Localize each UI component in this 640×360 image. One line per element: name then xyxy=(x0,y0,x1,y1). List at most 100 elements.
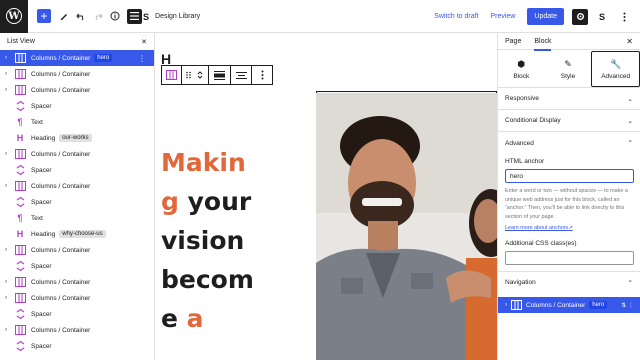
close-sidebar-icon[interactable]: ✕ xyxy=(626,37,633,46)
navigation-item-hero[interactable]: › Columns / Container hero ⇅ ⋮ xyxy=(498,297,640,313)
list-view-item[interactable]: Spacer xyxy=(0,194,154,210)
vertical-align-button[interactable] xyxy=(231,66,253,84)
move-controls[interactable] xyxy=(182,66,210,84)
list-view-item[interactable]: › Columns / Container xyxy=(0,290,154,306)
info-icon xyxy=(110,11,119,21)
inspector-tab-block[interactable]: ⬢ Block xyxy=(498,51,545,87)
panel-conditional-display[interactable]: Conditional Display ⌄ xyxy=(498,110,640,132)
list-view-item[interactable]: › Columns / Container xyxy=(0,82,154,98)
chevron-right-icon[interactable]: › xyxy=(5,279,14,285)
update-button[interactable]: Update xyxy=(527,8,564,25)
block-options-button[interactable] xyxy=(252,66,272,84)
chevron-right-icon[interactable]: › xyxy=(5,327,14,333)
hero-heading[interactable]: Makin g your vision becom e a xyxy=(161,143,254,338)
block-type-icon xyxy=(14,341,26,352)
panel-conditional-display-title: Conditional Display xyxy=(505,117,561,124)
align-button[interactable] xyxy=(209,66,231,84)
list-view-item[interactable]: H Heading why-choose-us xyxy=(0,226,154,242)
spacer-icon xyxy=(16,261,24,271)
chevron-right-icon[interactable]: › xyxy=(5,183,14,189)
add-block-button[interactable]: + xyxy=(37,9,51,23)
list-view-item[interactable]: ¶ Text xyxy=(0,114,154,130)
anchor-badge: hero xyxy=(94,54,113,62)
plugin-s-icon: S xyxy=(598,11,605,22)
heading-icon: H xyxy=(16,133,24,143)
panel-advanced[interactable]: Advanced ⌃ xyxy=(498,132,640,154)
list-view-item[interactable]: › Columns / Container xyxy=(0,178,154,194)
hero-line-2: g your xyxy=(161,187,252,216)
chevron-right-icon[interactable]: › xyxy=(5,87,14,93)
chevron-right-icon[interactable]: › xyxy=(5,247,14,253)
advanced-panel-body: HTML anchor hero Enter a word or two — w… xyxy=(498,158,640,265)
columns-icon xyxy=(14,149,26,159)
panel-advanced-title: Advanced xyxy=(505,139,534,147)
undo-button[interactable] xyxy=(72,0,89,33)
list-view-item[interactable]: Spacer xyxy=(0,162,154,178)
chevron-right-icon[interactable]: › xyxy=(5,55,14,61)
list-view-item[interactable]: › Columns / Container hero ⋮ xyxy=(0,50,154,66)
columns-icon xyxy=(14,85,26,95)
editor-canvas[interactable]: H Makin g your vision becom e a + xyxy=(155,33,497,360)
block-type-icon xyxy=(14,325,26,336)
spacer-icon xyxy=(16,165,24,175)
preview-button[interactable]: Preview xyxy=(491,13,516,20)
list-view-toggle[interactable] xyxy=(127,8,142,24)
hero-line-3: vision xyxy=(161,226,245,255)
chevron-right-icon: › xyxy=(505,302,507,308)
list-view-item-label: Columns / Container xyxy=(31,150,91,158)
list-view-item-label: Heading xyxy=(31,230,56,238)
list-view-item[interactable]: › Columns / Container xyxy=(0,146,154,162)
list-view-item[interactable]: H Heading our-works xyxy=(0,130,154,146)
list-view-item[interactable]: › Columns / Container xyxy=(0,66,154,82)
panel-navigation[interactable]: Navigation ⌃ xyxy=(498,271,640,293)
inspector-tab-style[interactable]: ✎ Style xyxy=(545,51,592,87)
chevron-right-icon[interactable]: › xyxy=(5,295,14,301)
list-view-item[interactable]: Spacer xyxy=(0,306,154,322)
block-type-icon: ¶ xyxy=(14,117,26,128)
css-class-label: Additional CSS class(es) xyxy=(505,240,577,247)
columns-icon xyxy=(165,70,177,80)
list-view-item[interactable]: ¶ Text xyxy=(0,210,154,226)
list-view-item[interactable]: Spacer xyxy=(0,258,154,274)
more-vertical-icon[interactable]: ⋮ xyxy=(138,54,146,63)
tab-page[interactable]: Page xyxy=(505,33,521,50)
details-button[interactable] xyxy=(106,0,123,33)
document-title[interactable]: S Design Library xyxy=(143,0,200,33)
tab-block[interactable]: Block xyxy=(534,33,552,51)
close-list-view-icon[interactable]: ✕ xyxy=(141,38,147,46)
list-view-item-label: Spacer xyxy=(31,310,52,318)
inspector-tabs: ⬢ Block ✎ Style 🔧 Advanced xyxy=(498,51,640,88)
hero-line-5: e a xyxy=(161,304,204,333)
chevron-down-icon: ⌄ xyxy=(627,117,633,125)
chevron-right-icon[interactable]: › xyxy=(5,71,14,77)
block-type-button[interactable] xyxy=(162,66,182,84)
list-view-title: List View xyxy=(7,38,35,45)
switch-to-draft-button[interactable]: Switch to draft xyxy=(434,13,478,20)
hero-photo[interactable] xyxy=(316,93,497,360)
css-class-input[interactable] xyxy=(505,251,634,265)
redo-button[interactable] xyxy=(89,0,106,33)
tools-button[interactable] xyxy=(55,0,72,33)
learn-more-anchors-link[interactable]: Learn more about anchors↗ xyxy=(505,225,633,231)
block-type-icon xyxy=(14,293,26,304)
list-view-header: List View ✕ xyxy=(0,33,154,50)
options-button[interactable] xyxy=(616,9,632,25)
inspector-tab-advanced-label: Advanced xyxy=(601,72,631,80)
inspector-tab-advanced[interactable]: 🔧 Advanced xyxy=(591,51,640,87)
chevron-up-icon: ⌃ xyxy=(627,140,633,147)
settings-button[interactable] xyxy=(572,8,588,25)
block-type-icon xyxy=(14,101,26,112)
move-arrows-icon[interactable]: ⇅ ⋮ xyxy=(621,302,634,309)
wordpress-logo[interactable]: W xyxy=(0,0,28,33)
site-icon: S xyxy=(143,11,150,22)
list-view-item[interactable]: › Columns / Container xyxy=(0,242,154,258)
list-view-panel: List View ✕ › Columns / Container hero ⋮ › Co… xyxy=(0,33,155,360)
plugin-s-button[interactable]: S xyxy=(594,9,610,25)
list-view-item[interactable]: Spacer xyxy=(0,338,154,354)
list-view-item[interactable]: › Columns / Container xyxy=(0,322,154,338)
list-view-item[interactable]: › Columns / Container xyxy=(0,274,154,290)
chevron-right-icon[interactable]: › xyxy=(5,151,14,157)
html-anchor-input[interactable]: hero xyxy=(505,169,634,183)
list-view-item[interactable]: Spacer xyxy=(0,98,154,114)
panel-responsive[interactable]: Responsive ⌄ xyxy=(498,88,640,110)
